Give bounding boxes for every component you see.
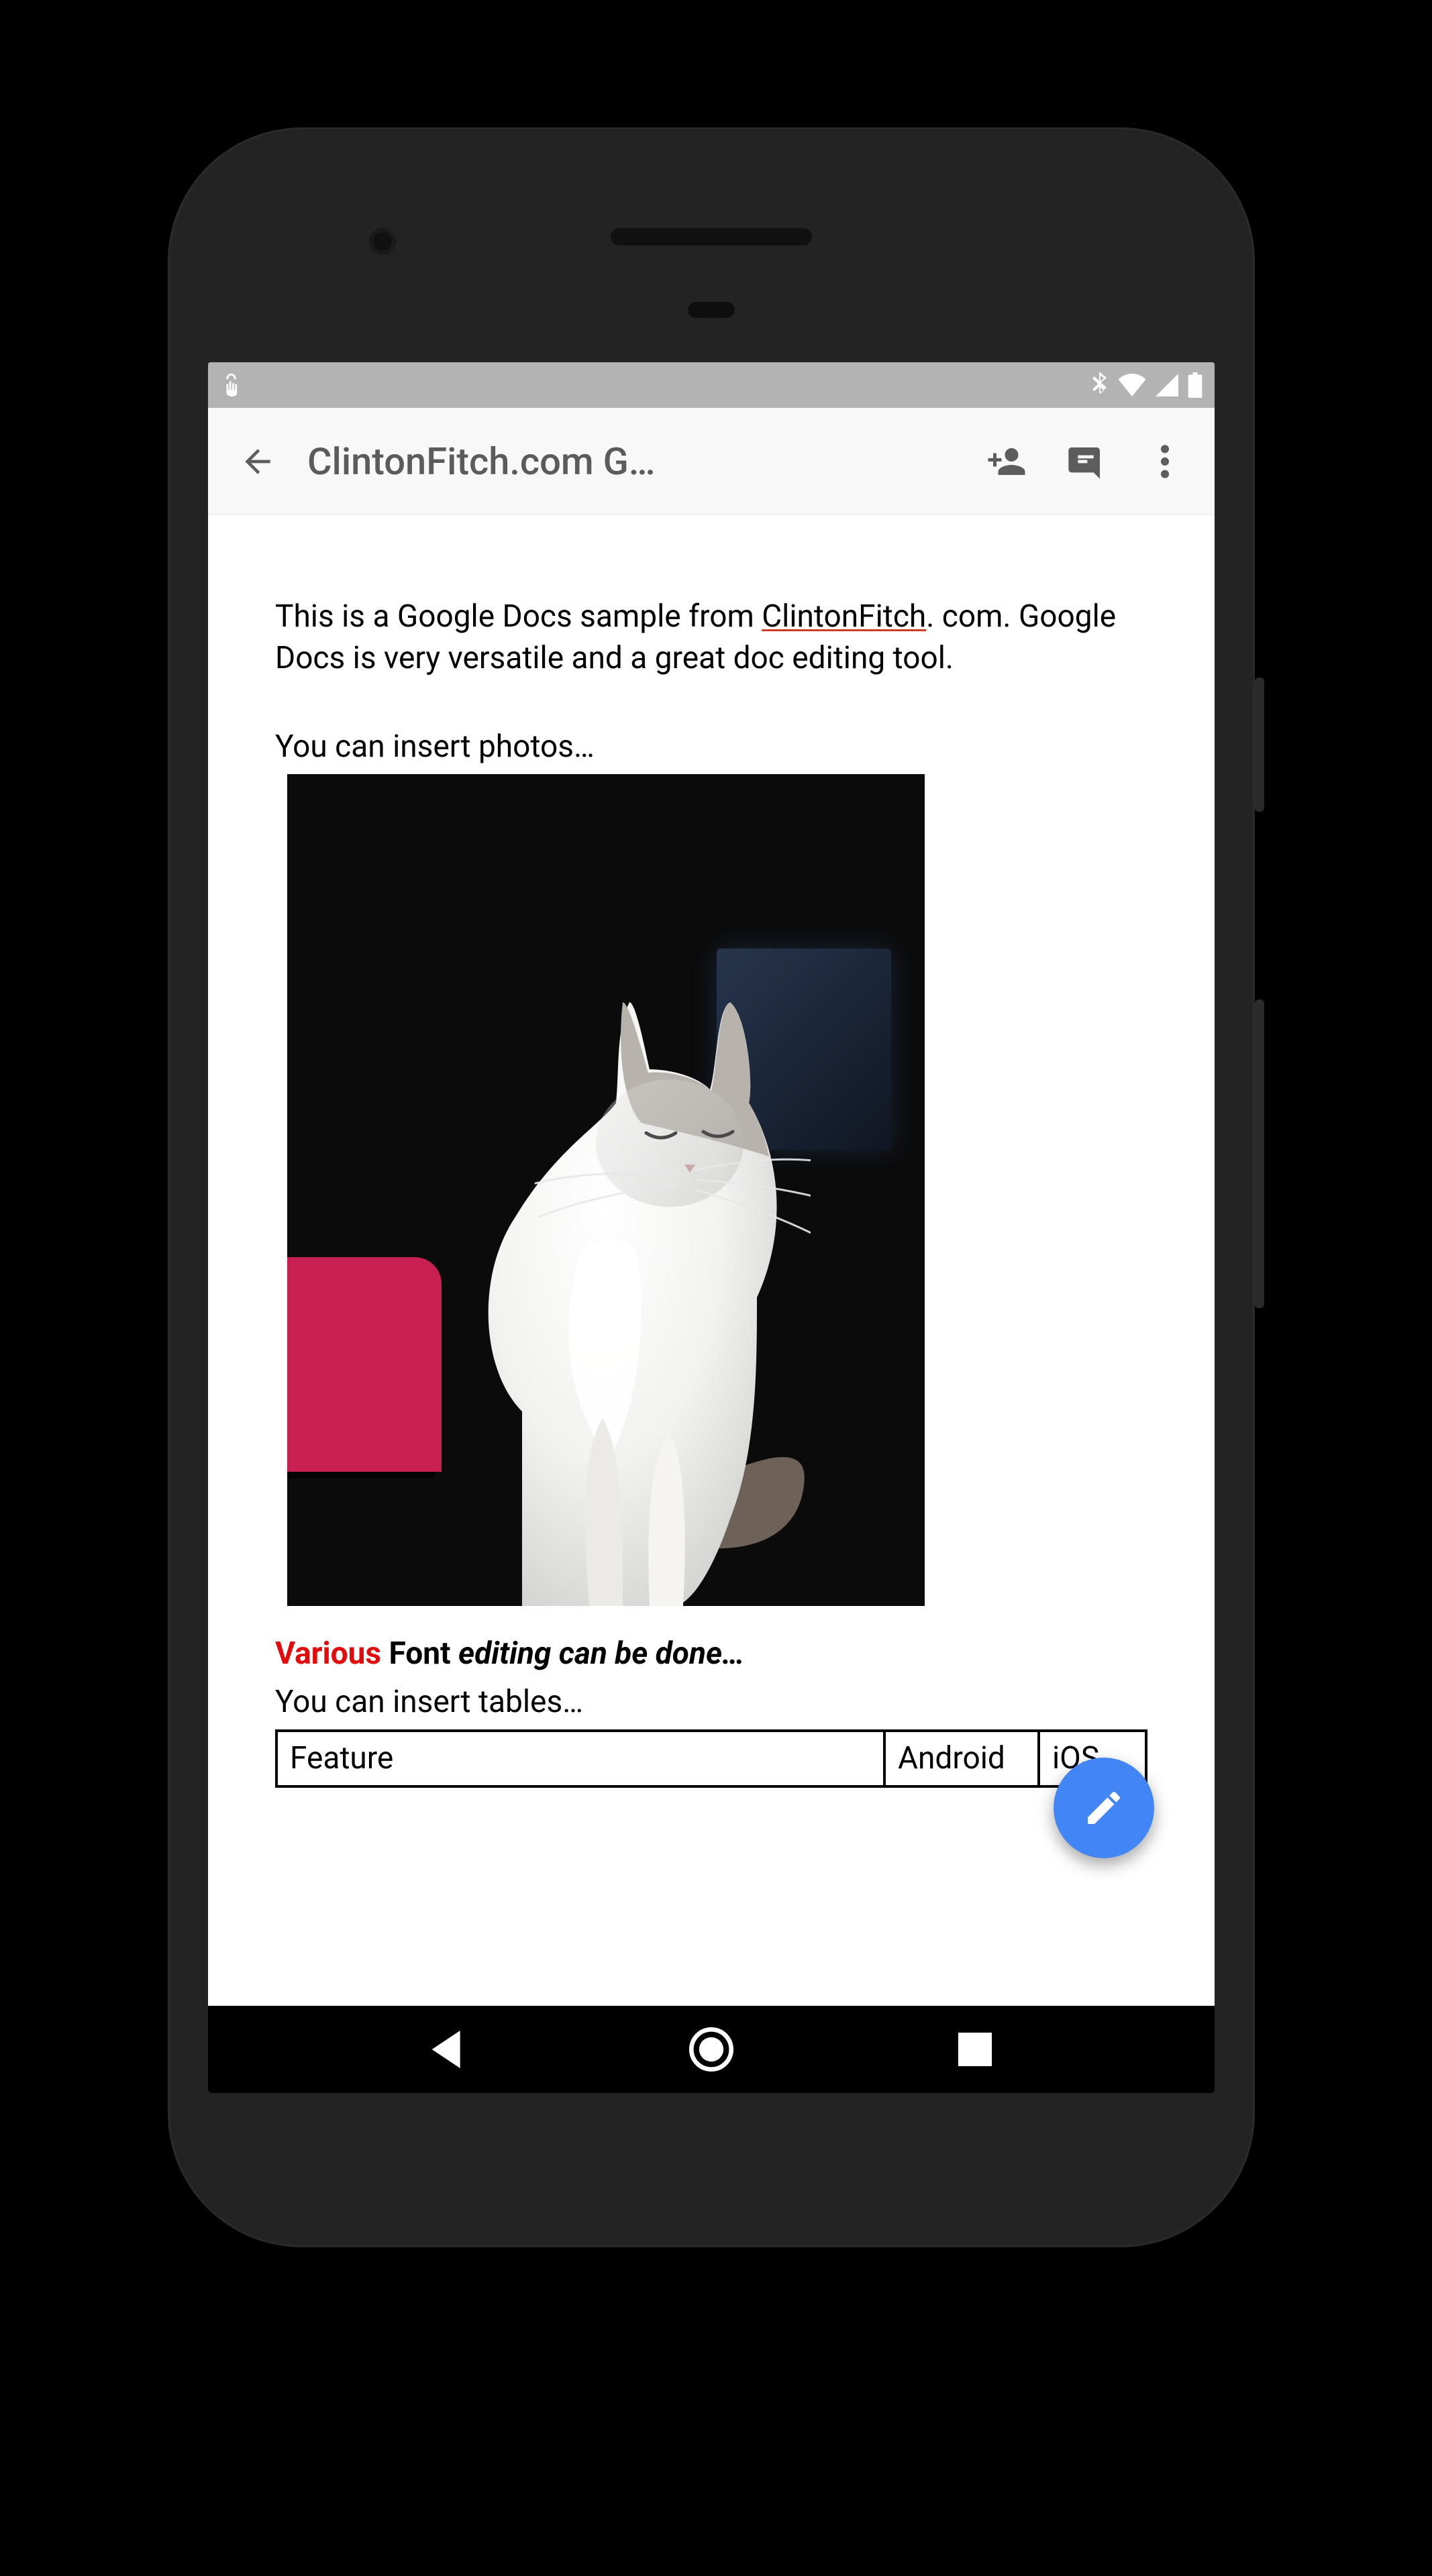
table-cell[interactable]: Feature [276,1731,884,1786]
phone-frame: ClintonFitch.com G… This is a Google Doc… [168,127,1255,2247]
document-title[interactable]: ClintonFitch.com G… [307,439,957,484]
photo-cat [287,774,925,1606]
edit-fab[interactable] [1054,1758,1154,1858]
add-collaborator-button[interactable] [977,432,1036,491]
android-nav-bar [208,2006,1215,2093]
paragraph-intro[interactable]: This is a Google Docs sample from Clinto… [275,596,1147,679]
document-body[interactable]: This is a Google Docs sample from Clinto… [208,515,1215,2006]
text-red-bold: Various [275,1635,381,1672]
text-bold: Font [381,1635,458,1672]
paragraph-tables-lead[interactable]: You can insert tables… [275,1681,1147,1723]
nav-back-button[interactable] [421,2023,474,2076]
nav-recents-button[interactable] [948,2023,1002,2076]
bluetooth-icon [1090,372,1109,398]
status-bar [208,362,1215,408]
table-cell[interactable]: Android [884,1731,1039,1786]
cell-signal-icon [1156,374,1178,396]
phone-camera [369,228,396,255]
phone-sensor [688,302,735,318]
sample-table[interactable]: Feature Android iOS [275,1729,1147,1787]
paragraph-photos-lead[interactable]: You can insert photos… [275,726,1147,767]
inserted-image[interactable] [287,774,1147,1606]
touch-indicator-icon [220,372,244,398]
phone-speaker [611,228,812,246]
nav-home-button[interactable] [684,2023,738,2076]
phone-side-button [1255,678,1264,812]
back-button[interactable] [228,432,287,491]
paragraph-formatting[interactable]: Various Font editing can be done… [275,1633,1147,1674]
phone-side-button [1255,1000,1264,1308]
battery-icon [1188,372,1203,398]
text-bold-italic: editing can be done… [458,1635,744,1672]
overflow-menu-button[interactable] [1135,432,1194,491]
table-row[interactable]: Feature Android iOS [276,1731,1146,1786]
app-bar: ClintonFitch.com G… [208,408,1215,515]
screen: ClintonFitch.com G… This is a Google Doc… [208,362,1215,2093]
comments-button[interactable] [1056,432,1115,491]
text: This is a Google Docs sample from [275,598,762,635]
spellcheck-underline[interactable]: ClintonFitch [762,598,926,635]
wifi-icon [1118,374,1146,396]
